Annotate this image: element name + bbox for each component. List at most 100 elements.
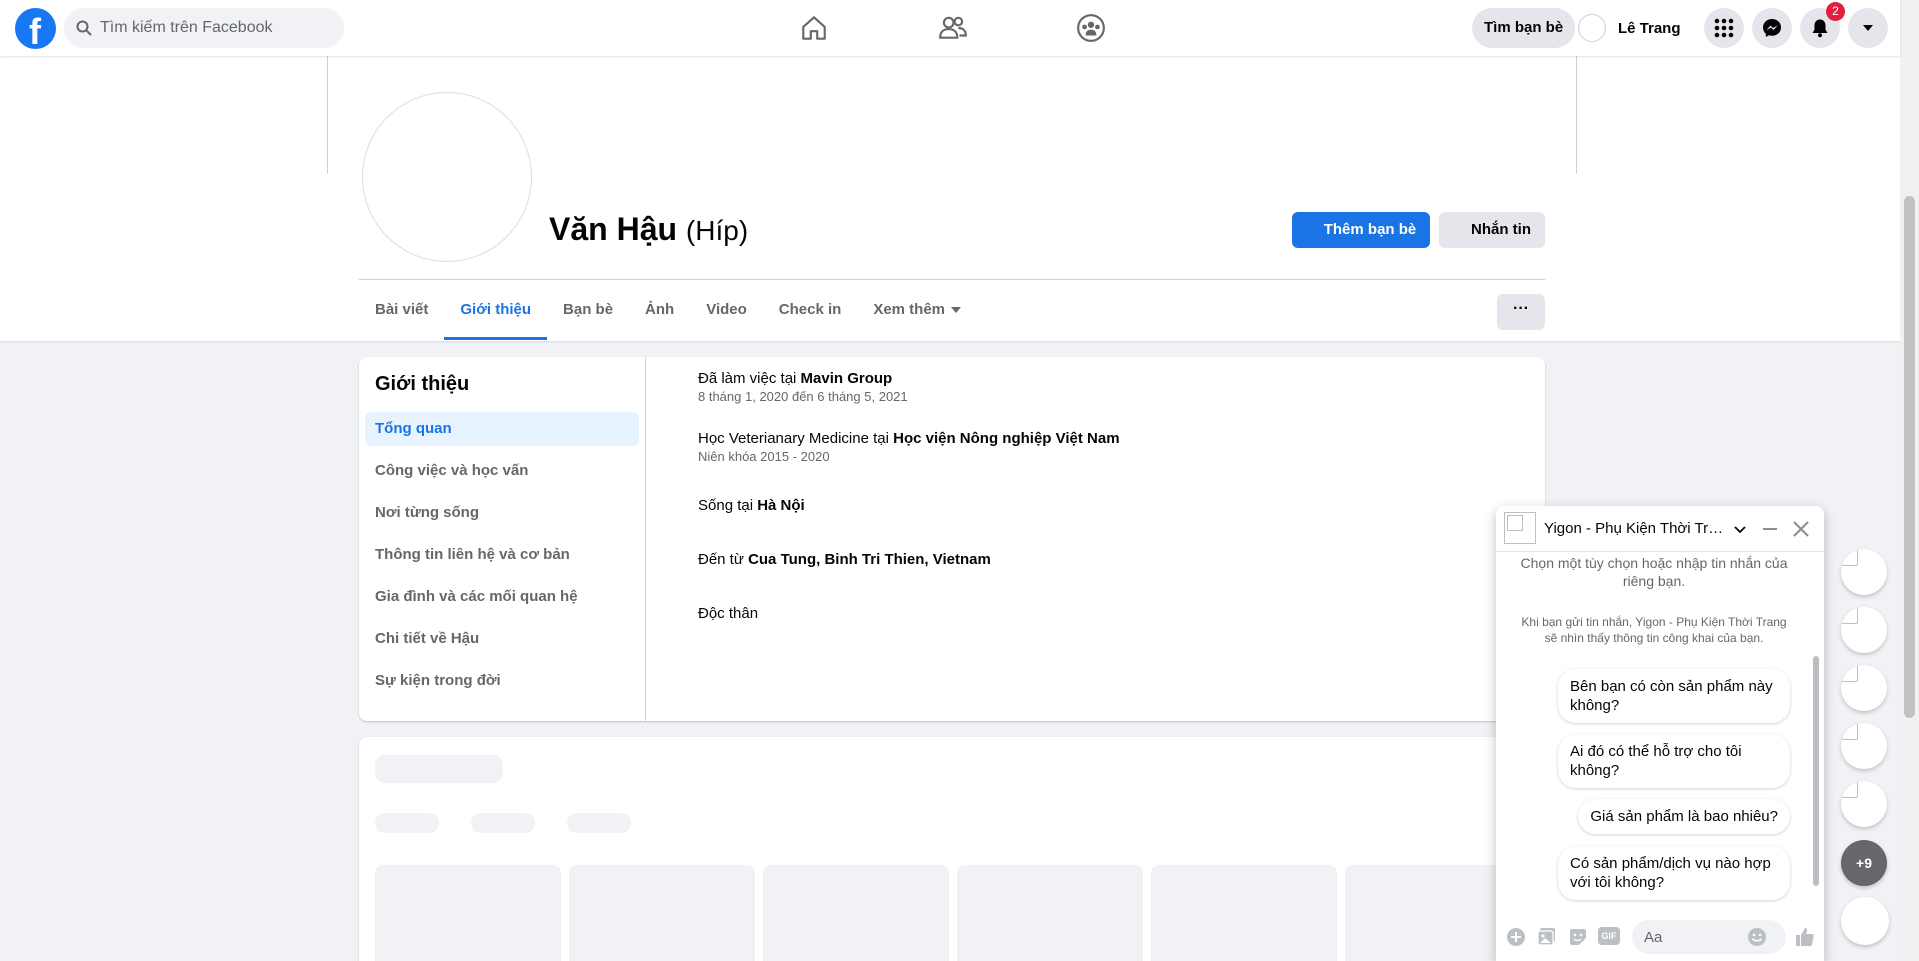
more-chats-bubble[interactable]: +9	[1841, 840, 1887, 886]
chat-head-bubble[interactable]	[1841, 607, 1887, 653]
profile-name-text: Văn Hậu	[549, 211, 678, 247]
tab-checkins[interactable]: Check in	[763, 280, 858, 340]
like-thumb-icon[interactable]	[1794, 926, 1816, 948]
loading-card	[359, 737, 1545, 961]
loading-placeholder	[569, 865, 755, 961]
profile-header: Văn Hậu (Híp) Thêm bạn bè Nhắn tin Bài v…	[0, 56, 1900, 341]
loading-placeholder	[375, 813, 439, 833]
about-menu-places-lived[interactable]: Nơi từng sống	[365, 496, 639, 530]
chat-window: Yigon - Phụ Kiện Thời Trang Chọn một tùy…	[1496, 506, 1824, 961]
account-button[interactable]	[1848, 8, 1888, 48]
add-friend-button[interactable]: Thêm bạn bè	[1292, 212, 1430, 248]
scrollbar-thumb[interactable]	[1904, 196, 1915, 718]
search-input[interactable]	[100, 8, 336, 48]
work-place-link[interactable]: Mavin Group	[801, 370, 893, 387]
chat-head-bubble[interactable]	[1841, 781, 1887, 827]
profile-nickname: (Híp)	[685, 215, 749, 246]
about-sidebar: Giới thiệu Tổng quan Công việc và học vấ…	[359, 357, 646, 721]
chat-head-bubble[interactable]	[1841, 665, 1887, 711]
plus-circle-icon[interactable]	[1506, 927, 1526, 947]
about-card: Giới thiệu Tổng quan Công việc và học vấ…	[359, 357, 1545, 721]
friends-icon[interactable]	[938, 13, 968, 43]
user-name: Lê Trang	[1618, 19, 1681, 37]
page-avatar[interactable]	[1504, 512, 1536, 544]
find-friends-button[interactable]: Tìm bạn bè	[1472, 8, 1576, 48]
page-scrollbar[interactable]	[1900, 0, 1919, 961]
scrollbar-thumb[interactable]	[1813, 656, 1819, 886]
lives-place-link[interactable]: Hà Nội	[757, 497, 805, 514]
chat-head-bubble[interactable]	[1841, 723, 1887, 769]
education-prefix: Học Veterianary Medicine tại	[698, 430, 894, 447]
chat-scrollbar[interactable]	[1812, 556, 1820, 904]
education-entry: Học Veterianary Medicine tại Học viện Nô…	[698, 430, 1120, 464]
relationship-entry: Độc thân	[698, 605, 759, 622]
tab-more-label: Xem thêm	[873, 301, 946, 318]
loading-placeholder	[567, 813, 631, 833]
profile-tabs: Bài viết Giới thiệu Bạn bè Ảnh Video Che…	[359, 280, 977, 340]
sticker-icon[interactable]	[1568, 927, 1588, 947]
chevron-down-icon[interactable]	[1733, 519, 1747, 539]
work-dates: 8 tháng 1, 2020 đến 6 tháng 5, 2021	[698, 389, 908, 404]
tab-posts[interactable]: Bài viết	[359, 280, 444, 340]
caret-down-icon	[951, 307, 962, 314]
about-menu-overview[interactable]: Tổng quan	[365, 412, 639, 446]
cover-edge	[327, 56, 328, 174]
tab-about[interactable]: Giới thiệu	[444, 280, 547, 340]
gif-button[interactable]: GIF	[1598, 927, 1620, 945]
messenger-button[interactable]	[1752, 8, 1792, 48]
chat-header[interactable]: Yigon - Phụ Kiện Thời Trang	[1496, 506, 1824, 552]
groups-icon[interactable]	[1076, 13, 1106, 43]
chat-title[interactable]: Yigon - Phụ Kiện Thời Trang	[1544, 520, 1724, 537]
loading-placeholder	[471, 813, 535, 833]
chevron-down-icon	[1863, 25, 1873, 31]
minimize-icon[interactable]	[1760, 519, 1780, 539]
lives-in-entry: Sống tại Hà Nội	[698, 497, 805, 514]
quick-reply-button[interactable]: Bên bạn có còn sản phẩm này không?	[1558, 669, 1790, 723]
work-entry: Đã làm việc tại Mavin Group 8 tháng 1, 2…	[698, 370, 908, 404]
chat-head-bubble[interactable]	[1841, 549, 1887, 595]
tab-videos[interactable]: Video	[690, 280, 763, 340]
chat-privacy-note: Khi bạn gửi tin nhắn, Yigon - Phụ Kiện T…	[1521, 615, 1787, 645]
messenger-icon	[1763, 19, 1781, 37]
about-menu-contact-basic-info[interactable]: Thông tin liên hệ và cơ bản	[365, 538, 639, 572]
search-box[interactable]	[64, 8, 344, 48]
bell-icon	[1812, 19, 1828, 38]
chat-body: Chọn một tùy chọn hoặc nhập tin nhắn của…	[1496, 552, 1824, 912]
chat-composer: GIF	[1496, 912, 1824, 961]
top-navigation-bar: f Tìm bạn bè Lê Trang 2	[0, 0, 1900, 56]
message-button[interactable]: Nhắn tin	[1439, 212, 1545, 248]
education-place-link[interactable]: Học viện Nông nghiệp Việt Nam	[893, 430, 1119, 447]
facebook-logo[interactable]: f	[15, 8, 56, 52]
from-prefix: Đến từ	[698, 551, 749, 568]
close-icon[interactable]	[1790, 518, 1812, 540]
menu-button[interactable]	[1704, 8, 1744, 48]
user-profile-chip[interactable]: Lê Trang	[1578, 8, 1681, 48]
about-menu-life-events[interactable]: Sự kiện trong đời	[365, 664, 639, 698]
new-message-bubble[interactable]	[1841, 897, 1889, 945]
search-icon	[76, 20, 92, 36]
tab-photos[interactable]: Ảnh	[629, 280, 690, 340]
home-icon[interactable]	[799, 13, 829, 43]
quick-reply-button[interactable]: Ai đó có thể hỗ trợ cho tôi không?	[1558, 734, 1790, 788]
from-place-link[interactable]: Cua Tung, Binh Tri Thien, Vietnam	[748, 551, 991, 568]
avatar	[1578, 14, 1606, 42]
cover-edge	[1576, 56, 1577, 174]
loading-placeholder	[763, 865, 949, 961]
photo-icon[interactable]	[1537, 927, 1557, 947]
about-menu-work-education[interactable]: Công việc và học vấn	[365, 454, 639, 488]
tab-friends[interactable]: Bạn bè	[547, 280, 629, 340]
more-options-button[interactable]: ···	[1497, 294, 1545, 330]
tab-more[interactable]: Xem thêm	[857, 280, 977, 340]
quick-reply-button[interactable]: Giá sản phẩm là bao nhiêu?	[1578, 799, 1790, 834]
loading-placeholder	[375, 755, 503, 783]
work-prefix: Đã làm việc tại	[698, 370, 801, 387]
profile-picture[interactable]	[362, 92, 532, 262]
about-menu-details[interactable]: Chi tiết về Hậu	[365, 622, 639, 656]
loading-placeholder	[1151, 865, 1337, 961]
notification-badge: 2	[1826, 2, 1845, 21]
emoji-icon[interactable]	[1747, 927, 1767, 947]
about-menu-family-relationships[interactable]: Gia đình và các mối quan hệ	[365, 580, 639, 614]
lives-prefix: Sống tại	[698, 497, 758, 514]
quick-reply-button[interactable]: Có sản phẩm/dịch vụ nào hợp với tôi khôn…	[1558, 846, 1790, 900]
about-title: Giới thiệu	[375, 373, 470, 395]
